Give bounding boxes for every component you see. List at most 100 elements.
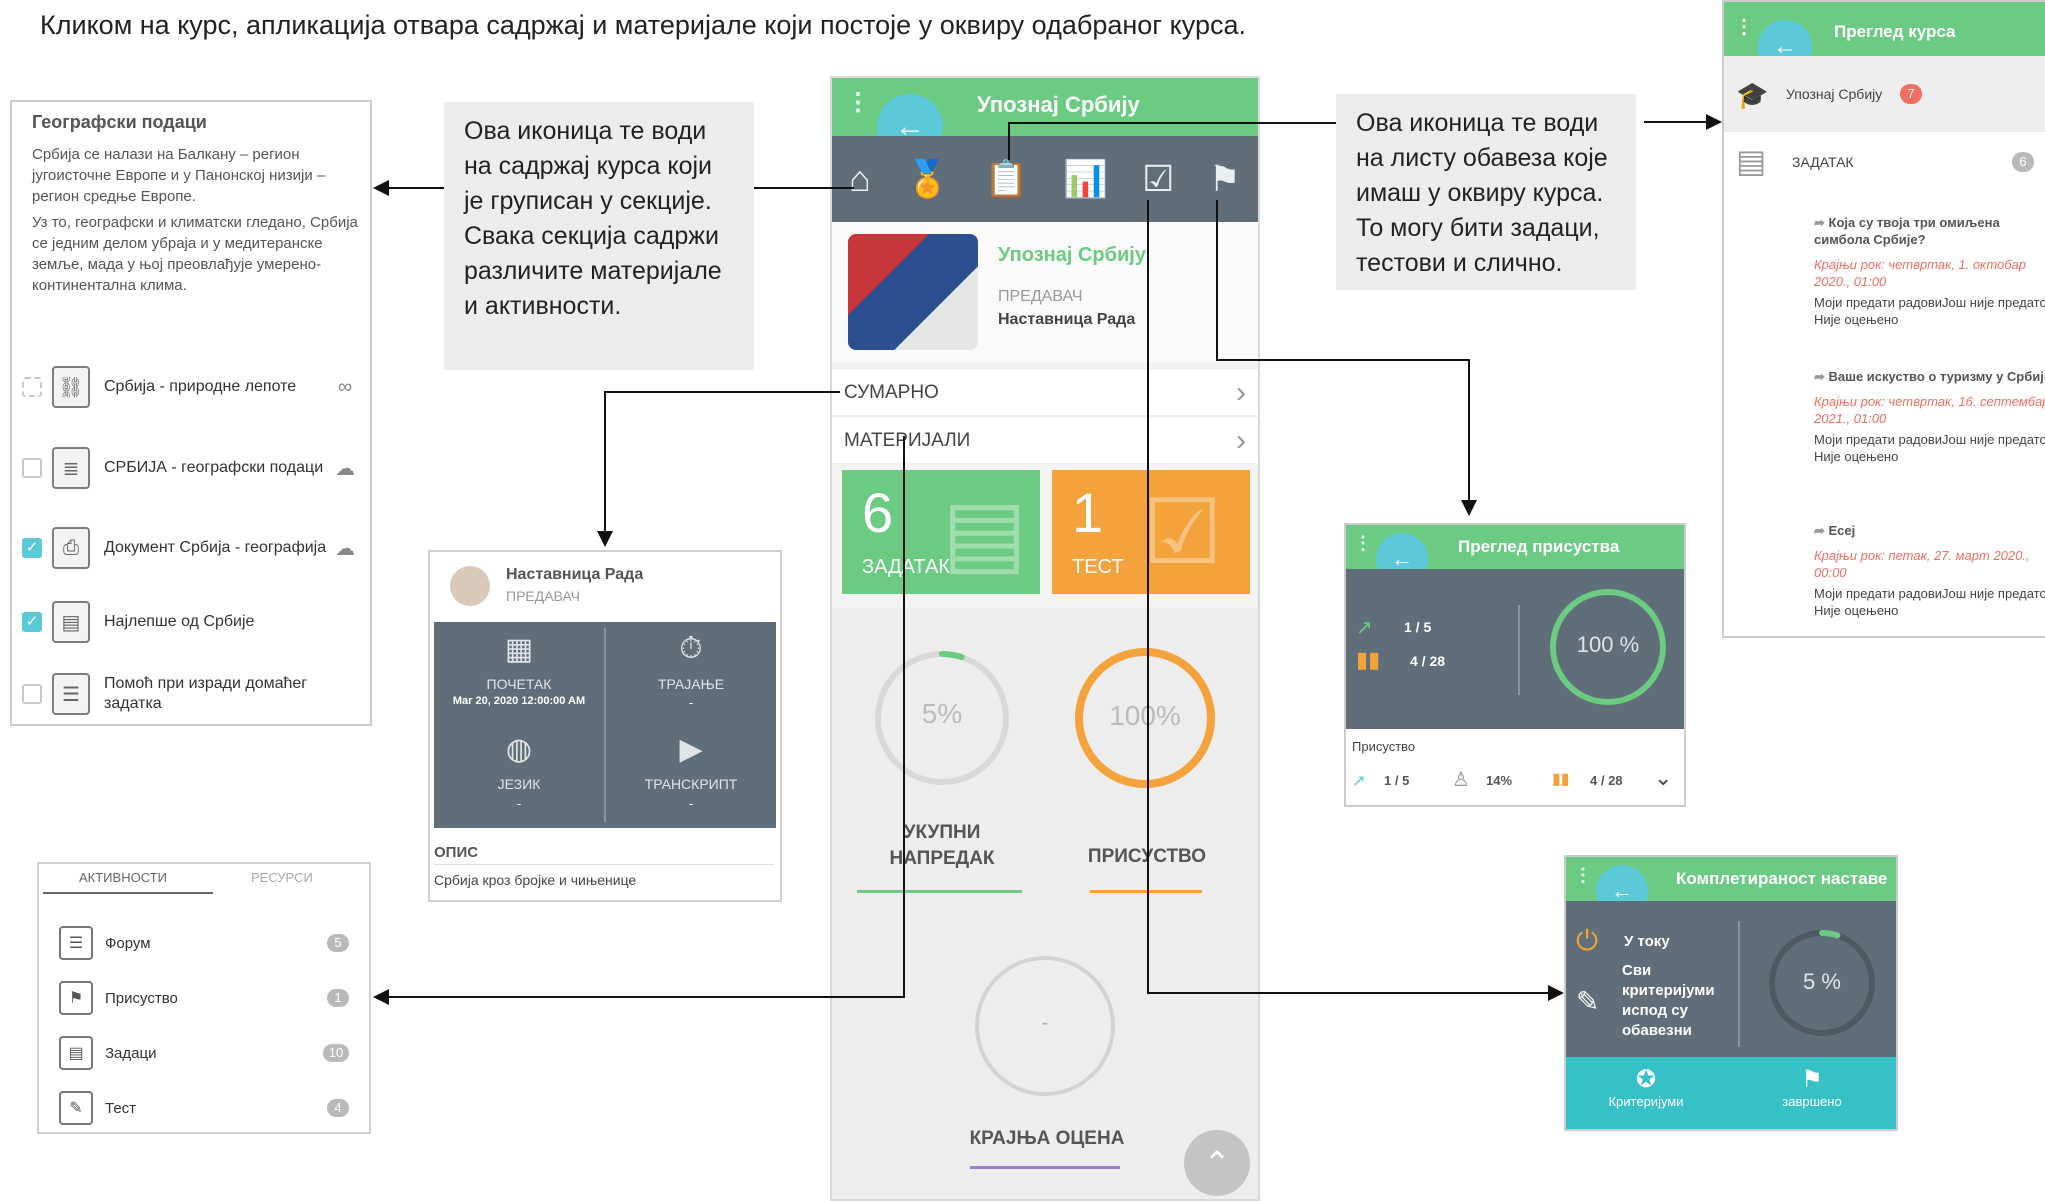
finished-label: завршено [1782, 1094, 1842, 1109]
phone-title: Упознај Србију [977, 92, 1140, 117]
menu-icon[interactable]: ⋮ [1354, 533, 1372, 554]
item-label: Присуство [105, 989, 178, 1007]
completion-title: Комплетираност наставе [1676, 869, 1888, 888]
assignment-icon: ▤ [1736, 143, 1767, 179]
list-item[interactable]: ✓ ▤ Најлепше од Србије [22, 592, 360, 652]
start-value: Mar 20, 2020 12:00:00 AM [452, 695, 586, 707]
forum-icon: ☰ [59, 926, 93, 960]
menu-summary-label: СУМАРНО [844, 381, 939, 403]
panel-divider [1738, 921, 1740, 1047]
document-icon: ≣ [52, 447, 90, 489]
connector-line [903, 436, 905, 998]
menu-materials[interactable]: МАТЕРИЈАЛИ › [832, 418, 1258, 464]
item-label: Помоћ при изради домаћег задатка [104, 675, 308, 712]
bar-chart-icon[interactable]: 📊 [1063, 158, 1108, 200]
scroll-top-button[interactable]: ⌃ [1184, 1130, 1250, 1196]
course-name: Упознај Србију [998, 244, 1146, 266]
completion-panel: ⋮ ← Комплетираност наставе ⏻ У току ✎ Св… [1564, 855, 1898, 1131]
course-name: Упознај Србију [1786, 86, 1883, 102]
tile-test[interactable]: 1 ТЕСТ ☑ [1052, 470, 1250, 594]
flag-icon[interactable]: ⚑ [1209, 158, 1241, 200]
task-item[interactable]: ➦ Која су твоја три омиљена симбола Срби… [1814, 214, 2045, 328]
panel-divider [1518, 605, 1520, 695]
item-label: Тест [105, 1099, 137, 1117]
checkbox[interactable] [22, 684, 42, 704]
trend-icon: ↗ [1352, 773, 1366, 790]
count-badge: 10 [323, 1044, 349, 1062]
tab-activities[interactable]: АКТИВНОСТИ [79, 870, 167, 885]
user-icon: ♙ [1452, 769, 1470, 791]
video-file-icon: ▶ [679, 733, 703, 766]
menu-icon[interactable]: ⋮ [1574, 865, 1592, 886]
list-item[interactable]: ☰ Форум 5 [59, 918, 349, 968]
tile-tasks-label: ЗАДАТАК [862, 556, 950, 578]
list-item[interactable]: ☰ Помоћ при изради домаћег задатка [22, 664, 360, 724]
menu-icon[interactable]: ⋮ [1734, 14, 1754, 39]
course-overview-panel: ⋮ ← Преглед курса 🎓 Упознај Србију 7 ▤ З… [1722, 0, 2045, 638]
description-title: ОПИС [434, 844, 479, 861]
forum-icon: ☰ [52, 673, 90, 715]
arrow-head [373, 989, 389, 1005]
home-icon[interactable]: ⌂ [849, 158, 871, 200]
link-icon[interactable]: ∞ [330, 376, 360, 399]
task-deadline: Крајњи рок: петак, 27. март 2020., 00:00 [1814, 548, 2030, 580]
criteria-button[interactable]: ✪ Критеријуми [1586, 1065, 1706, 1109]
task-deadline: Крајњи рок: четвртак, 1. октобар 2020., … [1814, 257, 2027, 289]
task-deadline: Крајњи рок: четвртак, 16. септембар 2021… [1814, 394, 2045, 426]
tile-tasks[interactable]: 6 ЗАДАТАК ▤ [842, 470, 1040, 594]
bar-chart-icon: ▮▮ [1552, 771, 1570, 788]
completion-ring-value: 5 % [1803, 969, 1841, 994]
task-title: ➦ Која су твоја три омиљена симбола Срби… [1814, 215, 2000, 247]
task-item[interactable]: ➦ Есеј Крајњи рок: петак, 27. март 2020.… [1814, 522, 2045, 619]
duration-label: ТРАЈАЊЕ [657, 676, 725, 692]
globe-icon: ◍ [505, 733, 533, 766]
start-label: ПОЧЕТАК [486, 676, 552, 692]
clipboard-icon[interactable]: 📋 [984, 158, 1029, 200]
connector-line [1008, 122, 1010, 160]
cloud-download-icon[interactable]: ☁ [330, 536, 360, 561]
checkbox-icon[interactable]: ☑ [1142, 158, 1174, 200]
course-row[interactable] [1724, 56, 2045, 132]
quiz-icon: ✎ [59, 1091, 93, 1125]
connector-line [1147, 200, 1149, 994]
menu-icon[interactable]: ⋮ [846, 88, 870, 117]
serbia-map-image [848, 234, 978, 350]
menu-materials-label: МАТЕРИЈАЛИ [844, 429, 971, 451]
attendance-ring-value: 100 % [1576, 632, 1640, 657]
tile-test-count: 1 [1072, 481, 1104, 544]
list-item[interactable]: ≣ СРБИЈА - географски подаци ☁ [22, 438, 360, 498]
final-grade-value: - [1041, 1012, 1049, 1034]
tab-resources[interactable]: РЕСУРСИ [251, 870, 313, 885]
list-item[interactable]: ⚑ Присуство 1 [59, 973, 349, 1023]
chevron-right-icon: › [1236, 423, 1246, 457]
list-item[interactable]: ✎ Тест 4 [59, 1083, 349, 1132]
finished-button[interactable]: ⚑ завршено [1752, 1065, 1872, 1109]
chevron-down-icon[interactable]: ⌄ [1654, 765, 1672, 791]
cloud-download-icon[interactable]: ☁ [330, 456, 360, 481]
teacher-card: Наставница Рада ПРЕДАВАЧ ▦ ПОЧЕТАК Mar 2… [428, 550, 782, 902]
checkbox[interactable] [22, 377, 42, 397]
stopwatch-icon: ⏱ [679, 632, 703, 665]
medal-icon[interactable]: 🏅 [905, 158, 950, 200]
completion-note: Сви критеријуми испод су обавезни [1622, 962, 1715, 1039]
menu-summary[interactable]: СУМАРНО › [832, 370, 1258, 416]
list-item[interactable]: ✓ ⎙ Документ Србија - географија ☁ [22, 518, 360, 578]
criteria-label: Критеријуми [1608, 1094, 1684, 1109]
checkbox[interactable] [22, 458, 42, 478]
count-badge: 5 [327, 934, 349, 952]
tile-test-label: ТЕСТ [1072, 556, 1124, 578]
power-icon: ⏻ [1576, 925, 1599, 956]
task-item[interactable]: ➦ Ваше искуство о туризму у Србији Крајњ… [1814, 368, 2045, 465]
connector-line [1216, 200, 1218, 360]
attendance-value: 100% [1109, 700, 1181, 731]
footer-stat-2: 14% [1486, 773, 1513, 788]
list-item[interactable]: ⛓ Србија - природне лепоте ∞ [22, 357, 360, 417]
connector-line [604, 391, 606, 531]
checkbox[interactable]: ✓ [22, 612, 42, 632]
footer-title: Присуство [1352, 739, 1416, 754]
checkbox[interactable]: ✓ [22, 538, 42, 558]
award-icon: ✪ [1635, 1066, 1657, 1093]
list-item[interactable]: ▤ Задаци 10 [59, 1028, 349, 1078]
task-arrow-icon: ➦ [1814, 215, 1829, 230]
teacher-name: Наставница Рада [506, 566, 644, 583]
